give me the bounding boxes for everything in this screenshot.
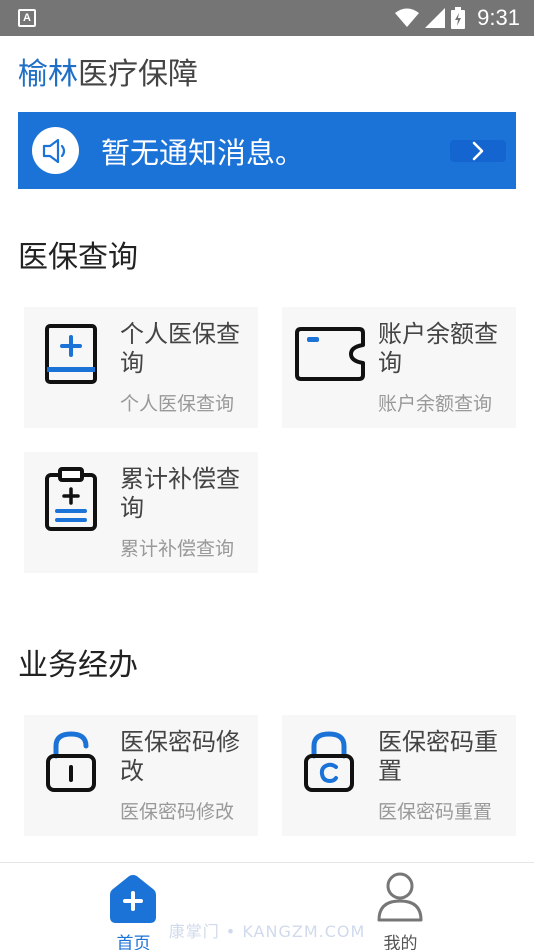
medical-book-icon — [45, 324, 97, 384]
card-subtitle: 医保密码重置 — [378, 801, 493, 823]
battery-icon — [451, 7, 466, 29]
notice-text: 暂无通知消息。 — [101, 135, 305, 170]
notice-banner[interactable]: 暂无通知消息。 — [18, 112, 516, 189]
card-cumulative-compensation-query[interactable]: 累计补偿查询 累计补偿查询 — [24, 452, 258, 573]
card-password-reset[interactable]: 医保密码重置 医保密码重置 — [282, 715, 516, 836]
lock-reset-icon — [304, 731, 354, 792]
card-subtitle: 个人医保查询 — [120, 393, 235, 415]
status-bar: A 9:31 — [0, 0, 534, 36]
status-right: 9:31 — [395, 5, 520, 31]
section-title-query: 医保查询 — [18, 240, 138, 275]
card-title: 医保密码重置 — [378, 728, 498, 785]
speaker-icon — [42, 138, 65, 163]
wallet-icon — [295, 327, 365, 381]
unlock-icon — [46, 731, 96, 792]
card-subtitle: 累计补偿查询 — [120, 538, 235, 560]
notification-icon: A — [18, 9, 36, 27]
card-subtitle: 医保密码修改 — [120, 801, 235, 823]
card-icon-wrap — [40, 731, 102, 793]
user-icon — [377, 872, 423, 922]
card-title: 医保密码修改 — [120, 728, 240, 785]
signal-icon — [425, 8, 446, 28]
card-subtitle: 账户余额查询 — [378, 393, 493, 415]
card-title: 个人医保查询 — [120, 320, 240, 377]
card-icon-wrap — [298, 731, 360, 793]
title-rest: 医疗保障 — [78, 57, 198, 92]
chevron-right-icon — [472, 141, 484, 160]
card-account-balance-query[interactable]: 账户余额查询 账户余额查询 — [282, 307, 516, 428]
title-brand: 榆林 — [18, 57, 78, 92]
card-title: 账户余额查询 — [378, 320, 498, 377]
card-personal-insurance-query[interactable]: 个人医保查询 个人医保查询 — [24, 307, 258, 428]
card-title: 累计补偿查询 — [120, 465, 240, 522]
card-icon-wrap — [40, 323, 102, 385]
status-time: 9:31 — [477, 5, 520, 30]
watermark: 康掌门 • KANGZM.COM — [168, 922, 366, 941]
clipboard-icon — [45, 467, 97, 531]
section-title-business: 业务经办 — [18, 648, 138, 683]
notice-more-button[interactable] — [450, 139, 506, 162]
card-icon-wrap — [40, 467, 102, 531]
card-icon-wrap — [292, 323, 368, 385]
status-left: A — [18, 9, 36, 27]
wifi-icon — [395, 8, 420, 27]
page-title: 榆林医疗保障 — [18, 56, 198, 94]
card-password-change[interactable]: 医保密码修改 医保密码修改 — [24, 715, 258, 836]
speaker-icon-wrap — [32, 127, 79, 174]
